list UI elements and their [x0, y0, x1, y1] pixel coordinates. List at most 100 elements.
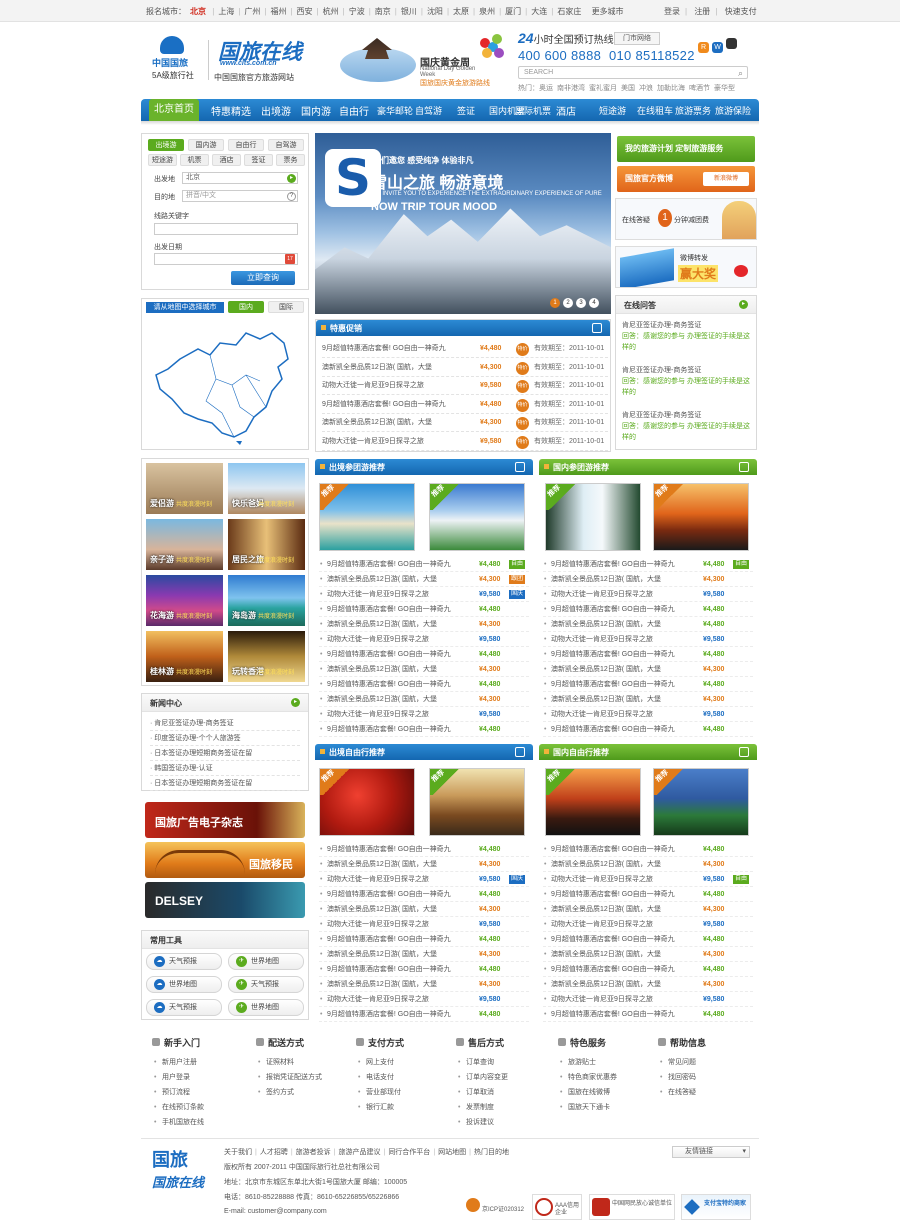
city-link[interactable]: 广州: [244, 7, 260, 16]
hot-word-link[interactable]: 奥运: [539, 85, 553, 92]
nav-item[interactable]: 出境游: [261, 103, 291, 118]
banner-dot[interactable]: 3: [576, 298, 586, 308]
qa-item[interactable]: 肯尼亚签证办理-商务签证 回答：感谢您的参与 办理签证的手续是这样的: [622, 410, 752, 443]
help-link[interactable]: 营业部现付: [356, 1085, 456, 1100]
store-network-button[interactable]: 门市网络: [614, 32, 660, 45]
tour-row[interactable]: 9月超值特惠酒店套餐! GO自由一神奇九 ¥4,480: [319, 1007, 529, 1022]
theme-tile[interactable]: 桂林游 共度浪漫时刻: [146, 631, 223, 682]
help-link[interactable]: 订单内容变更: [456, 1070, 556, 1085]
login-link[interactable]: 登录: [664, 7, 680, 16]
tour-row[interactable]: 9月超值特惠酒店套餐! GO自由一神奇九 ¥4,480: [543, 842, 753, 857]
nav-item[interactable]: 酒店: [556, 103, 576, 118]
city-link[interactable]: 太原: [453, 7, 469, 16]
help-link[interactable]: 国旅在线微博: [558, 1085, 658, 1100]
city-link[interactable]: 南京: [375, 7, 391, 16]
tour-row[interactable]: 9月超值特惠酒店套餐! GO自由一神奇九 ¥4,480: [543, 722, 753, 737]
search-tab[interactable]: 机票: [180, 154, 209, 166]
help-link[interactable]: 证照材料: [256, 1055, 356, 1070]
grid-icon[interactable]: [515, 747, 525, 757]
news-item[interactable]: · 日本签证办理短期商务签证在留: [150, 776, 300, 791]
nav-item[interactable]: 签证: [457, 104, 475, 117]
more-icon[interactable]: ▸: [291, 698, 300, 707]
cits-logo[interactable]: 中国国旅 5A级旅行社: [152, 36, 204, 82]
icp-badge[interactable]: 京ICP证020312: [466, 1194, 524, 1220]
help-link[interactable]: 手机国旅在线: [152, 1115, 252, 1130]
hot-word-link[interactable]: 美国: [621, 85, 635, 92]
help-link[interactable]: 在线预订条款: [152, 1100, 252, 1115]
dropdown-icon[interactable]: ▸: [287, 174, 296, 183]
tour-row[interactable]: 澳新凯全景品质12日游( 国航，大堡 ¥4,300: [543, 947, 753, 962]
city-link[interactable]: 福州: [270, 7, 286, 16]
theme-tile[interactable]: 花海游 共度浪漫时刻: [146, 575, 223, 626]
theme-tile[interactable]: 快乐爸妈 共度浪漫时刻: [228, 463, 305, 514]
apple-icon[interactable]: [726, 38, 737, 49]
hot-word-link[interactable]: 冲浪: [639, 85, 653, 92]
footer-logo[interactable]: 国旅 国旅在线: [152, 1146, 218, 1196]
register-link[interactable]: 注册: [694, 7, 710, 16]
tour-row[interactable]: 澳新凯全景品质12日游( 国航，大堡 ¥4,300: [319, 902, 529, 917]
city-link[interactable]: 银川: [401, 7, 417, 16]
rss-icon[interactable]: R: [698, 42, 709, 53]
tour-row[interactable]: 9月超值特惠酒店套餐! GO自由一神奇九 ¥4,480: [319, 602, 529, 617]
tour-photo[interactable]: 推荐: [653, 483, 749, 551]
help-link[interactable]: 预订流程: [152, 1085, 252, 1100]
help-link[interactable]: 投诉建议: [456, 1115, 556, 1130]
depart-input[interactable]: 北京: [182, 172, 298, 184]
footer-link[interactable]: 人才招聘: [260, 1149, 288, 1156]
ad-delsey[interactable]: DELSEY: [145, 882, 305, 918]
tour-row[interactable]: 9月超值特惠酒店套餐! GO自由一神奇九 ¥4,480 自由: [319, 557, 529, 572]
help-link[interactable]: 新用户注册: [152, 1055, 252, 1070]
banner-dot[interactable]: 4: [589, 298, 599, 308]
tour-row[interactable]: 澳新凯全景品质12日游( 国航，大堡 ¥4,300: [319, 662, 529, 677]
promo-row[interactable]: 澳新凯全景品质12日游( 国航，大堡 ¥4,300 特价 有效期至：2011-10-0…: [322, 359, 608, 377]
nav-item[interactable]: 国内游: [301, 103, 331, 118]
city-link[interactable]: 沈阳: [427, 7, 443, 16]
tour-row[interactable]: 澳新凯全景品质12日游( 国航，大堡 ¥4,300: [543, 857, 753, 872]
news-item[interactable]: · 印度签证办理-个个人旅游签: [150, 731, 300, 746]
tour-row[interactable]: 澳新凯全景品质12日游( 国航，大堡 ¥4,300: [543, 902, 753, 917]
tour-row[interactable]: 9月超值特惠酒店套餐! GO自由一神奇九 ¥4,480: [543, 602, 753, 617]
banner-dot[interactable]: 2: [563, 298, 573, 308]
more-icon[interactable]: ▸: [739, 300, 748, 309]
tour-photo[interactable]: 推荐: [429, 768, 525, 836]
tour-row[interactable]: 9月超值特惠酒店套餐! GO自由一神奇九 ¥4,480: [543, 677, 753, 692]
hero-banner[interactable]: S 我们邀您 感受纯净 体验非凡 雪山之旅 畅游意境 WE INVITE YOU…: [315, 133, 611, 314]
grid-icon[interactable]: [592, 323, 602, 333]
hot-word-link[interactable]: 蜜礼蜜月: [589, 85, 617, 92]
ad-magazine[interactable]: 国旅广告电子杂志: [145, 802, 305, 838]
search-tab[interactable]: 短途游: [148, 154, 177, 166]
weibo-button[interactable]: 国旅官方微博 新浪微博: [617, 166, 755, 192]
footer-link[interactable]: 旅游产品建议: [338, 1149, 380, 1156]
more-cities-link[interactable]: 更多城市: [592, 7, 624, 16]
tour-row[interactable]: 9月超值特惠酒店套餐! GO自由一神奇九 ¥4,480: [543, 887, 753, 902]
ad-immigration[interactable]: 国旅移民: [145, 842, 305, 878]
trust-badge[interactable]: 中国网民放心诚信单位: [589, 1194, 675, 1220]
tour-row[interactable]: 动物大迁徙一肯尼亚9日探寻之旅 ¥9,580: [319, 632, 529, 647]
nav-item[interactable]: 豪华邮轮: [377, 104, 413, 117]
tour-row[interactable]: 9月超值特惠酒店套餐! GO自由一神奇九 ¥4,480: [543, 962, 753, 977]
tour-row[interactable]: 动物大迁徙一肯尼亚9日探寻之旅 ¥9,580 自由: [543, 872, 753, 887]
tour-photo[interactable]: 推荐: [429, 483, 525, 551]
tour-row[interactable]: 动物大迁徙一肯尼亚9日探寻之旅 ¥9,580: [543, 707, 753, 722]
tour-row[interactable]: 9月超值特惠酒店套餐! GO自由一神奇九 ¥4,480: [543, 647, 753, 662]
map-tab-international[interactable]: 国际: [268, 301, 304, 313]
tour-row[interactable]: 9月超值特惠酒店套餐! GO自由一神奇九 ¥4,480: [319, 887, 529, 902]
dest-input[interactable]: 拼音/中文: [182, 190, 298, 202]
tour-row[interactable]: 动物大迁徙一肯尼亚9日探寻之旅 ¥9,580: [543, 632, 753, 647]
theme-tile[interactable]: 爱侣游 共度浪漫时刻: [146, 463, 223, 514]
calendar-icon[interactable]: 17: [285, 254, 295, 264]
tour-row[interactable]: 9月超值特惠酒店套餐! GO自由一神奇九 ¥4,480: [319, 962, 529, 977]
promo-row[interactable]: 澳新凯全景品质12日游( 国航，大堡 ¥4,300 特价 有效期至：2011-10-0…: [322, 414, 608, 432]
qa-item[interactable]: 肯尼亚签证办理-商务签证 回答：感谢您的参与 办理签证的手续是这样的: [622, 365, 752, 398]
footer-link[interactable]: 热门目的地: [474, 1149, 509, 1156]
tool-button[interactable]: ✈ 世界地图: [228, 999, 304, 1016]
city-link[interactable]: 厦门: [505, 7, 521, 16]
credit-badge[interactable]: AAA信用企业: [532, 1194, 582, 1220]
help-link[interactable]: 用户登录: [152, 1070, 252, 1085]
nav-item[interactable]: 自由行: [339, 103, 369, 118]
search-tab[interactable]: 出境游: [148, 139, 184, 151]
search-tab[interactable]: 票务: [276, 154, 305, 166]
footer-link[interactable]: 网站地图: [438, 1149, 466, 1156]
promo-row[interactable]: 动物大迁徙一肯尼亚9日探寻之旅 ¥9,580 特价 有效期至：2011-10-01: [322, 433, 608, 451]
help-link[interactable]: 银行汇款: [356, 1100, 456, 1115]
